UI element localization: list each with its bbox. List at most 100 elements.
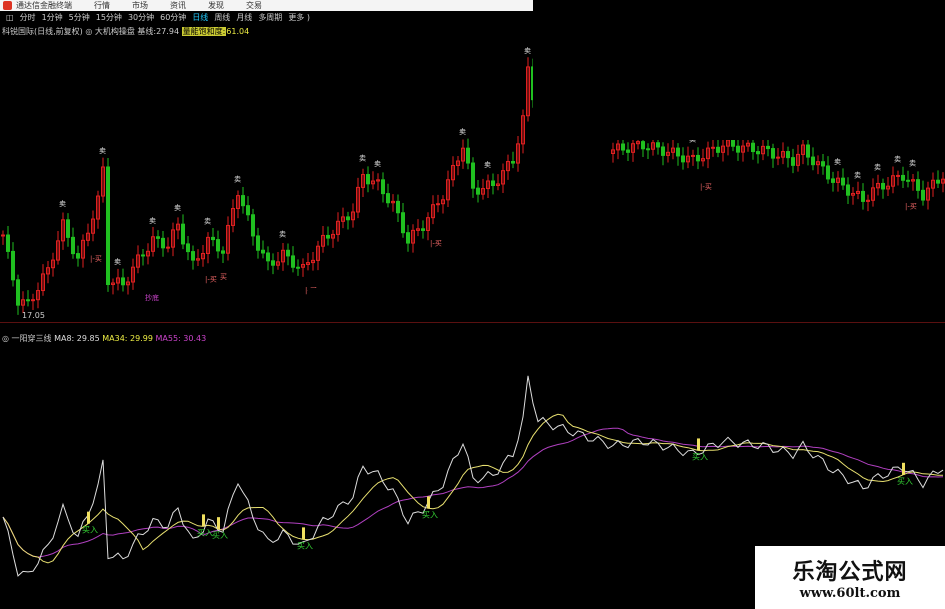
blank-area [533, 0, 945, 140]
watermark: 乐淘公式网 www.60lt.com [755, 546, 945, 609]
buy-bar-marker [902, 462, 905, 475]
candle-body [791, 157, 795, 166]
candle-body [896, 174, 900, 177]
candle-body [166, 246, 170, 249]
candle-body [421, 228, 425, 231]
candle-body [656, 142, 660, 148]
candle-body [66, 219, 70, 238]
sell-signal-label: 卖 [279, 230, 286, 238]
candle-body [346, 216, 350, 221]
candle-body [881, 182, 885, 190]
sell-signal-label: 卖 [524, 47, 531, 55]
buy-bar-marker [87, 511, 90, 524]
buy-signal-label: 买 [220, 273, 227, 281]
candle-body [16, 279, 20, 306]
sell-signal-label: 卖 [234, 176, 241, 184]
buy-signal-label: |-买 [90, 255, 102, 263]
candle-body [776, 156, 780, 159]
sell-signal-label: 卖 [874, 163, 881, 171]
candle-body [661, 146, 665, 156]
buy-bar-marker [302, 527, 305, 540]
candle-body [751, 142, 755, 153]
buy-in-label: 买入 [82, 526, 98, 535]
ma8-value: MA8: 29.85 [54, 334, 100, 343]
candle-body [511, 161, 515, 164]
sell-signal-label: 卖 [114, 258, 121, 266]
masked-area [308, 288, 636, 321]
sell-signal-label: 卖 [59, 200, 66, 208]
candle-body [246, 205, 250, 216]
candle-body [296, 266, 300, 269]
candle-body [211, 236, 215, 241]
candle-body [826, 165, 830, 180]
candle-body [676, 147, 680, 157]
candle-body [326, 234, 330, 239]
candle-body [471, 162, 475, 189]
candle-body [731, 139, 735, 147]
sell-signal-label: 卖 [99, 147, 106, 155]
buy-signal-label: |-买 [700, 183, 712, 191]
candle-body [916, 179, 920, 191]
buy-bar-marker [217, 517, 220, 530]
panel-divider[interactable] [0, 322, 945, 323]
candle-body [161, 237, 165, 249]
buy-bar-marker [202, 514, 205, 527]
candle-body [141, 254, 145, 257]
candle-body [76, 253, 80, 259]
candle-body [186, 243, 190, 253]
low-price-label: 17.05 [22, 311, 45, 320]
watermark-title: 乐淘公式网 [792, 560, 908, 585]
sell-signal-label: 卖 [909, 160, 916, 168]
candle-body [626, 149, 630, 153]
candle-body [491, 180, 495, 187]
candle-body [191, 251, 195, 261]
ma34-value: MA34: 29.99 [102, 334, 153, 343]
ma55-value: MA55: 30.43 [155, 334, 207, 343]
candle-body [696, 154, 700, 162]
candle-body [261, 249, 265, 254]
candle-body [386, 193, 390, 204]
candle-body [1, 234, 5, 237]
candle-body [846, 184, 850, 196]
buy-bar-marker [697, 438, 700, 451]
candle-body [771, 148, 775, 159]
candle-body [641, 141, 645, 150]
buy-in-label: 买入 [422, 510, 438, 519]
sell-signal-label: 卖 [834, 158, 841, 166]
candle-body [806, 144, 810, 158]
buy-in-label: 买入 [197, 528, 213, 537]
buy-in-label: 买入 [897, 477, 913, 486]
candle-body [366, 174, 370, 185]
settings-icon[interactable]: ◎ [2, 334, 9, 343]
candle-body [396, 200, 400, 214]
candle-body [831, 178, 835, 183]
candle-body [106, 166, 110, 286]
candle-body [756, 151, 760, 155]
candle-body [221, 250, 225, 254]
ma55-line [2, 427, 944, 558]
candle-body [406, 232, 410, 244]
candle-body [286, 249, 290, 257]
candle-body [466, 147, 470, 164]
sell-signal-label: 卖 [359, 155, 366, 163]
candle-body [766, 145, 770, 150]
candle-body [401, 212, 405, 234]
indicator-info: ◎ 一阳穿三线 MA8: 29.85 MA34: 29.99 MA55: 30.… [2, 333, 206, 344]
candle-body [786, 151, 790, 159]
buy-in-label: 买入 [212, 531, 228, 540]
candle-body [291, 255, 295, 268]
candle-body [901, 174, 905, 181]
candle-body [811, 156, 815, 166]
candle-body [906, 179, 910, 182]
candle-body [251, 214, 255, 237]
candle-body [266, 252, 270, 262]
buy-signal-label: |-买 [205, 276, 217, 284]
candle-body [6, 234, 10, 252]
candle-body [736, 145, 740, 153]
sell-signal-label: 卖 [204, 217, 211, 225]
candle-body [241, 195, 245, 207]
buy-signal-label: |-买 [905, 202, 917, 210]
candle-body [691, 154, 695, 157]
candle-body [381, 179, 385, 195]
indicator-name[interactable]: 一阳穿三线 [12, 334, 52, 343]
